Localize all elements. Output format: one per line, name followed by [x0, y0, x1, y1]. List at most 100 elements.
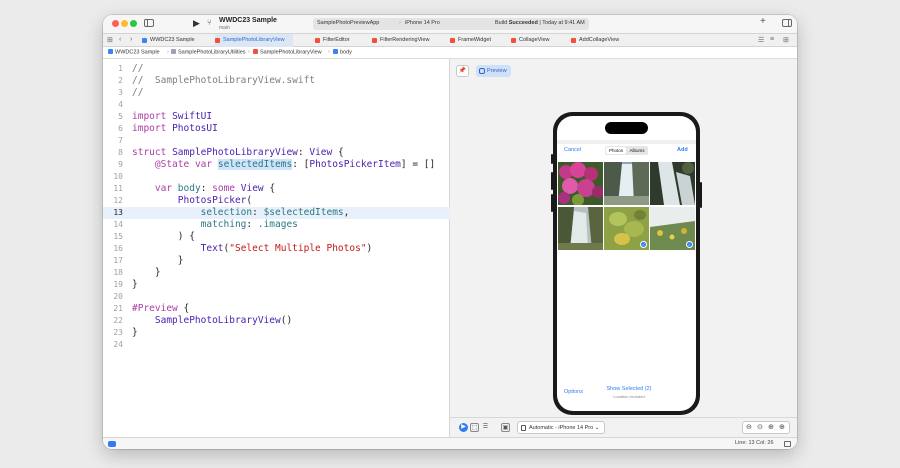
breadcrumb-file[interactable]: SamplePhotoLibraryView [253, 49, 322, 56]
code-line[interactable]: 2 // SamplePhotoLibraryView.swift [103, 75, 450, 87]
code-line[interactable]: 21 #Preview { [103, 303, 450, 315]
selectable-mode-icon[interactable]: ⬚ [470, 423, 479, 432]
current-code-line[interactable]: 13 selection: $selectedItems, [103, 207, 450, 219]
line-number: 23 [113, 328, 123, 337]
code-line[interactable]: 14 matching: .images [103, 219, 450, 231]
code-line[interactable]: 20 [103, 291, 450, 303]
add-button[interactable]: Add [677, 147, 688, 153]
location-note: Location Included [613, 394, 645, 399]
photo-thumbnail[interactable] [650, 162, 695, 205]
device-selector[interactable]: Automatic - iPhone 14 Pro ⌄ [517, 421, 605, 434]
line-number: 3 [118, 88, 123, 97]
photo-thumbnail[interactable] [558, 162, 603, 205]
photo-thumbnail[interactable] [604, 162, 649, 205]
code-line[interactable]: 8 struct SamplePhotoLibraryView: View { [103, 147, 450, 159]
cursor-position: Line: 13 Col: 26 [735, 440, 774, 446]
breadcrumb-group[interactable]: SamplePhotoLibraryUtilities [171, 49, 246, 56]
device-settings-icon[interactable]: ▣ [501, 423, 510, 432]
run-icon[interactable]: ▶ [193, 18, 200, 28]
line-number: 10 [113, 172, 123, 181]
segment-photos[interactable]: Photos [606, 147, 626, 154]
preview-button[interactable]: Preview [476, 65, 511, 77]
iphone-device-frame: Cancel Photos Albums Add ✓ ✓ Options Sho… [551, 112, 702, 415]
tab-addcollageview[interactable]: AddCollageView [571, 34, 619, 47]
zoom-window-button[interactable] [130, 20, 137, 27]
close-window-button[interactable] [112, 20, 119, 27]
split-editor-icon[interactable]: ⊞ [783, 36, 789, 44]
tab-wwdc23-sample[interactable]: WWDC23 Sample [142, 34, 195, 47]
code-line[interactable]: 7 [103, 135, 450, 147]
code-line[interactable]: 24 [103, 339, 450, 351]
code-line[interactable]: 6 import PhotosUI [103, 123, 450, 135]
code-line[interactable]: 18 } [103, 267, 450, 279]
zoom-out-icon[interactable]: ⊖ [746, 423, 752, 431]
cancel-button[interactable]: Cancel [564, 147, 581, 153]
side-button [700, 182, 702, 208]
source-editor[interactable]: 1 // 2 // SamplePhotoLibraryView.swift 3 //… [103, 59, 450, 437]
code-line[interactable]: 12 PhotosPicker( [103, 195, 450, 207]
segment-albums[interactable]: Albums [627, 147, 647, 154]
photo-thumbnail[interactable]: ✓ [650, 207, 695, 250]
code-text: struct SamplePhotoLibraryView: View { [132, 147, 344, 158]
code-line[interactable]: 22 SamplePhotoLibraryView() [103, 315, 450, 327]
live-mode-icon[interactable]: ▶ [459, 423, 468, 432]
build-status: Build Succeeded | Today at 9:41 AM [495, 20, 585, 26]
zoom-actual-icon[interactable]: ⊕ [768, 423, 774, 431]
code-line[interactable]: 16 Text("Select Multiple Photos") [103, 243, 450, 255]
project-name[interactable]: WWDC23 Sample [219, 17, 277, 24]
code-line[interactable]: 10 [103, 171, 450, 183]
code-line[interactable]: 4 [103, 99, 450, 111]
line-number: 19 [113, 280, 123, 289]
photo-thumbnail[interactable] [558, 207, 603, 250]
code-line[interactable]: 17 } [103, 255, 450, 267]
zoom-in-icon[interactable]: ⊕ [779, 423, 785, 431]
code-text: // SamplePhotoLibraryView.swift [132, 75, 316, 86]
options-button[interactable]: Options [564, 389, 583, 395]
variants-icon[interactable]: ☰ [481, 423, 490, 432]
breadcrumb-separator: › [328, 49, 330, 55]
line-number: 14 [113, 220, 123, 229]
scheme-selector[interactable]: SamplePhotoPreviewApp [317, 20, 379, 26]
status-bar: Line: 13 Col: 26 [103, 437, 797, 449]
debug-area-toggle-icon[interactable] [108, 441, 116, 447]
breadcrumb-symbol[interactable]: body [333, 49, 352, 56]
code-line[interactable]: 9 @State var selectedItems: [PhotosPicke… [103, 159, 450, 171]
code-line[interactable]: 5 import SwiftUI [103, 111, 450, 123]
code-line[interactable]: 19} [103, 279, 450, 291]
navigator-toggle-icon[interactable] [144, 19, 154, 27]
library-plus-icon[interactable]: + [760, 17, 766, 27]
pin-icon[interactable]: 📌 [456, 65, 469, 77]
preview-canvas: 📌 Preview Cancel Photos Albums Add ✓ ✓ O… [450, 59, 797, 437]
tab-collageview[interactable]: CollageView [511, 34, 549, 47]
editor-options-icon[interactable]: ≡ [770, 36, 774, 43]
panel-toggle-icon[interactable] [784, 441, 791, 447]
tab-samplephotolibraryview[interactable]: SamplePhotoLibraryView [215, 34, 293, 47]
tab-filterrenderingview[interactable]: FilterRenderingView [372, 34, 429, 47]
run-destination[interactable]: iPhone 14 Pro [405, 20, 440, 26]
inspector-toggle-icon[interactable] [782, 19, 792, 27]
line-number: 4 [118, 100, 123, 109]
zoom-to-fit-icon[interactable]: ⊙ [757, 423, 763, 431]
selected-checkmark-icon: ✓ [686, 241, 693, 248]
code-line[interactable]: 3 // [103, 87, 450, 99]
code-line[interactable]: 15 ) { [103, 231, 450, 243]
code-line[interactable]: 23} [103, 327, 450, 339]
tab-filtereditor[interactable]: FilterEditor [315, 34, 350, 47]
minimize-window-button[interactable] [121, 20, 128, 27]
code-line[interactable]: 1 // [103, 63, 450, 75]
line-number: 24 [113, 340, 123, 349]
breadcrumb-project[interactable]: WWDC23 Sample [108, 49, 160, 56]
activity-view: SamplePhotoPreviewApp › iPhone 14 Pro Bu… [313, 18, 589, 30]
show-selected-button[interactable]: Show Selected (2) [603, 386, 655, 392]
grid-icon[interactable]: ⊞ [107, 36, 113, 44]
toolbar: ▶ ⑂ WWDC23 Sample main SamplePhotoPrevie… [103, 15, 797, 33]
code-line[interactable]: 11 var body: some View { [103, 183, 450, 195]
code-text: import SwiftUI [132, 111, 213, 122]
adjust-editor-icon[interactable]: ☰ [758, 36, 764, 44]
photo-thumbnail[interactable]: ✓ [604, 207, 649, 250]
back-icon[interactable]: ‹ [119, 36, 121, 43]
forward-icon[interactable]: › [130, 36, 132, 43]
line-number: 11 [113, 184, 123, 193]
tab-framewidget[interactable]: FrameWidget [450, 34, 491, 47]
source-segmented-control[interactable]: Photos Albums [605, 146, 648, 155]
